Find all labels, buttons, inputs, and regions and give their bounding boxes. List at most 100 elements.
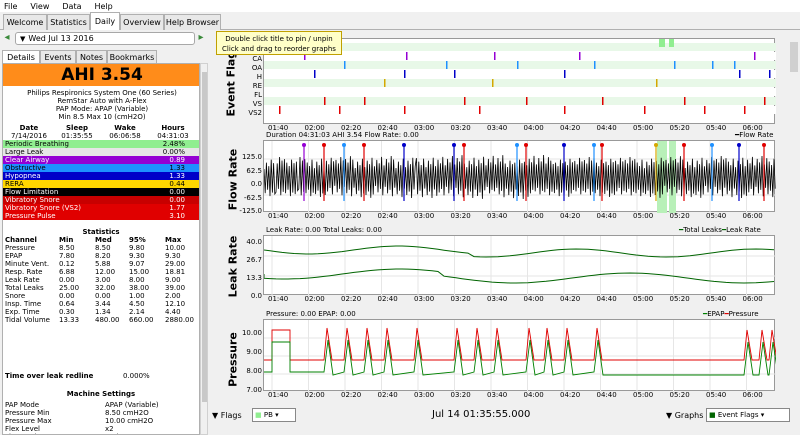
pressure-graph[interactable] [263, 319, 779, 392]
x-tick-label: 04:20 [560, 124, 581, 132]
event-flag-mark [464, 97, 466, 105]
event-summary-row[interactable]: Periodic Breathing 2.48% [3, 140, 199, 148]
stats-col-header: Min [59, 236, 74, 244]
y-tick-label: 10.00 [241, 329, 262, 337]
graphs-dropdown[interactable]: ▼ Graphs [666, 411, 703, 420]
event-flag-band [264, 106, 776, 114]
stats-cell: 9.07 [129, 260, 145, 268]
event-summary-row[interactable]: Flow Limitation 0.00 [3, 188, 199, 196]
tab-details[interactable]: Details [2, 50, 40, 63]
stats-cell: Total Leaks [5, 284, 44, 292]
x-tick-label: 03:40 [487, 124, 508, 132]
tab-welcome[interactable]: Welcome [3, 14, 47, 30]
event-flag-mark [279, 106, 281, 114]
stats-cell: 1.00 [129, 292, 145, 300]
x-tick-label: 04:00 [523, 295, 544, 303]
event-flags-selector[interactable]: ■ Event Flags ▾ [706, 408, 790, 422]
menu-data[interactable]: Data [60, 2, 83, 11]
x-tick-label: 01:40 [268, 212, 289, 220]
y-tick-label: -125.0 [239, 207, 262, 215]
event-summary-row[interactable]: Hypopnea 1.33 [3, 172, 199, 180]
event-name: Flow Limitation [5, 188, 59, 196]
event-value: 1.77 [169, 204, 185, 212]
stats-cell: Leak Rate [5, 276, 40, 284]
y-tick-label: 9.00 [246, 348, 262, 356]
left-panel-scrollbar[interactable] [200, 63, 208, 435]
stats-cell: 0.00 [59, 292, 75, 300]
stats-cell: Pressure [5, 244, 35, 252]
stats-cell: Resp. Rate [5, 268, 43, 276]
leak-rate-graph[interactable] [263, 235, 776, 296]
tab-daily[interactable]: Daily [90, 12, 120, 30]
machine-model: RemStar Auto with A-Flex [57, 97, 147, 105]
tab-help-browser[interactable]: Help Browser [164, 14, 221, 30]
event-value: 1.33 [169, 164, 185, 172]
tab-overview[interactable]: Overview [120, 14, 164, 30]
pb-selector[interactable]: ■ PB ▾ [252, 408, 296, 422]
flow-rate-legend-label: Flow Rate [739, 131, 774, 139]
flow-event-marker-head [710, 143, 714, 147]
event-value: 3.10 [169, 212, 185, 220]
event-summary-row[interactable]: Vibratory Snore 0.00 [3, 196, 199, 204]
x-tick-label: 02:40 [377, 295, 398, 303]
chevron-down-icon: ▼ [666, 411, 675, 420]
tab-notes[interactable]: Notes [76, 50, 107, 63]
tab-statistics[interactable]: Statistics [47, 14, 90, 30]
y-tick-label: 0.0 [250, 292, 262, 300]
flags-dropdown[interactable]: ▼ Flags [212, 411, 242, 420]
x-tick-label: 06:00 [742, 391, 763, 399]
event-flag-row-label: VS2 [248, 109, 262, 117]
event-flag-mark [712, 61, 714, 69]
statistics-table: Statistics Channel Min Med 95% Max Press… [5, 228, 197, 324]
stats-cell: 10.00 [165, 244, 186, 252]
x-tick-label: 02:00 [304, 391, 325, 399]
prev-day-arrow-icon[interactable]: ◂ [2, 32, 12, 45]
setting-name: Pressure Max [5, 417, 52, 425]
next-day-arrow-icon[interactable]: ▸ [196, 32, 206, 45]
date-picker[interactable]: ▼ Wed Jul 13 2016 [15, 32, 195, 45]
x-tick-label: 02:20 [341, 391, 362, 399]
menu-file[interactable]: File [2, 2, 19, 11]
x-tick-label: 03:00 [414, 295, 435, 303]
stats-cell: 0.00 [59, 276, 75, 284]
tab-events[interactable]: Events [40, 50, 76, 63]
summary-value: 06:06:58 [109, 132, 141, 140]
event-summary-row[interactable]: Obstructive 1.33 [3, 164, 199, 172]
event-name: Large Leak [5, 148, 44, 156]
flow-event-marker-head [600, 143, 604, 147]
summary-value: 7/14/2016 [11, 132, 47, 140]
event-name: Clear Airway [5, 156, 50, 164]
event-value: 0.89 [169, 156, 185, 164]
stats-col-header: Max [165, 236, 182, 244]
tab-bookmarks[interactable]: Bookmarks [107, 50, 157, 63]
setting-row: Pressure Min 8.50 cmH2O [5, 409, 197, 417]
x-tick-label: 05:40 [706, 212, 727, 220]
x-tick-label: 01:40 [268, 391, 289, 399]
machine-settings: Machine Settings PAP Mode APAP (Variable)… [5, 390, 197, 434]
graph-scrollbar[interactable] [788, 30, 800, 406]
event-flag-band [264, 97, 776, 105]
event-summary-row[interactable]: Vibratory Snore (VS2) 1.77 [3, 204, 199, 212]
flow-rate-graph[interactable] [263, 140, 776, 213]
flow-event-marker-head [524, 143, 528, 147]
event-summary-row[interactable]: Large Leak 0.00% [3, 148, 199, 156]
event-flag-mark [364, 97, 366, 105]
setting-value: x2 [105, 425, 114, 433]
event-flag-mark [404, 70, 406, 78]
x-tick-label: 05:20 [669, 391, 690, 399]
y-tick-label: 40.0 [246, 238, 262, 246]
menu-view[interactable]: View [28, 2, 51, 11]
event-flag-mark [684, 97, 686, 105]
stats-row: EPAP 7.80 8.20 9.30 9.30 [5, 252, 197, 260]
menu-help[interactable]: Help [92, 2, 114, 11]
event-flag-mark [744, 106, 746, 114]
event-flags-title[interactable]: Event Flags [225, 44, 238, 116]
event-summary-row[interactable]: RERA 0.44 [3, 180, 199, 188]
stats-cell: 39.00 [165, 284, 186, 292]
event-summary-row[interactable]: Pressure Pulse 3.10 [3, 212, 199, 220]
event-flag-row-label: H [256, 73, 262, 81]
event-summary-row[interactable]: Clear Airway 0.89 [3, 156, 199, 164]
stats-cell: 2880.00 [165, 316, 194, 324]
event-flag-mark [324, 97, 326, 105]
leak-redline-label: Time over leak redline [5, 372, 94, 380]
